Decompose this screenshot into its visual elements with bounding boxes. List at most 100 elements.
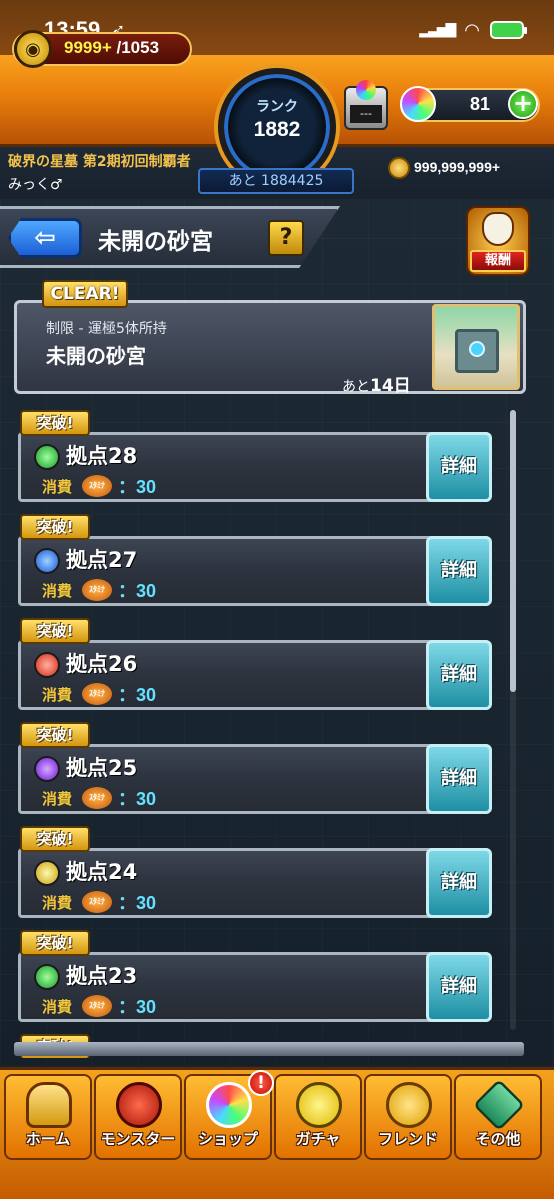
lucky-machine-label: --- bbox=[350, 105, 382, 123]
scrollbar-thumb[interactable] bbox=[510, 410, 516, 692]
stamina-cost: 消費 ｽﾀﾐﾅ ：30 bbox=[26, 682, 416, 706]
stamina-current: 9999+ bbox=[64, 38, 112, 57]
player-title: 破界の星墓 第2期初回制覇者 bbox=[8, 154, 191, 170]
stamina-badge-icon: ｽﾀﾐﾅ bbox=[82, 683, 113, 705]
wifi-icon: ◠ bbox=[464, 19, 480, 41]
detail-button[interactable]: 詳細 bbox=[426, 432, 492, 502]
cost-label: 消費 bbox=[42, 477, 73, 496]
nav-label: ショップ bbox=[197, 1130, 258, 1148]
cost-label: 消費 bbox=[42, 789, 73, 808]
stamina-cost: 消費 ｽﾀﾐﾅ ：30 bbox=[26, 578, 416, 602]
nav-label: フレンド bbox=[377, 1130, 438, 1148]
stamina-badge-icon: ｽﾀﾐﾅ bbox=[82, 787, 113, 809]
stage-name: 拠点28 bbox=[66, 444, 138, 468]
stamina-icon: ◉ bbox=[14, 30, 52, 68]
orb-count: 81 bbox=[470, 94, 491, 114]
stamina-badge-icon: ｽﾀﾐﾅ bbox=[82, 891, 113, 913]
shop-notification-badge: ! bbox=[248, 1070, 274, 1096]
rank-next-exp: あと 1884425 bbox=[198, 168, 354, 194]
fire-element-icon bbox=[34, 652, 60, 678]
detail-button[interactable]: 詳細 bbox=[426, 744, 492, 814]
cost-value: ：30 bbox=[118, 789, 157, 809]
back-button[interactable]: ⇦ bbox=[8, 218, 82, 258]
cost-value: ：30 bbox=[118, 477, 157, 497]
reward-label[interactable]: 報酬 bbox=[470, 250, 526, 272]
nav-gacha[interactable]: ガチャ bbox=[274, 1074, 362, 1160]
remain-prefix: あと bbox=[342, 379, 370, 395]
cleared-badge: 突破! bbox=[20, 930, 90, 956]
clear-badge: CLEAR! bbox=[42, 280, 128, 308]
cleared-badge: 突破! bbox=[20, 722, 90, 748]
stage-row[interactable]: 突破! 拠点26 消費 ｽﾀﾐﾅ ：30 詳細 bbox=[18, 618, 492, 710]
detail-button[interactable]: 詳細 bbox=[426, 640, 492, 710]
cleared-badge: 突破! bbox=[20, 410, 90, 436]
list-frame-bottom bbox=[14, 1042, 524, 1056]
stage-name: 拠点26 bbox=[66, 652, 138, 676]
quest-name: 未開の砂宮 bbox=[46, 344, 146, 368]
stamina-cost: 消費 ｽﾀﾐﾅ ：30 bbox=[26, 890, 416, 914]
wood-element-icon bbox=[34, 964, 60, 990]
page-title: 未開の砂宮 bbox=[98, 229, 213, 255]
cost-value: ：30 bbox=[118, 685, 157, 705]
stamina-badge-icon: ｽﾀﾐﾅ bbox=[82, 995, 113, 1017]
water-element-icon bbox=[34, 548, 60, 574]
stamina-cost: 消費 ｽﾀﾐﾅ ：30 bbox=[26, 474, 416, 498]
shop-icon bbox=[206, 1082, 252, 1128]
nav-monster[interactable]: モンスター bbox=[94, 1074, 182, 1160]
remain-days: 14日 bbox=[370, 376, 411, 396]
stage-name: 拠点24 bbox=[66, 860, 138, 884]
cleared-badge: 突破! bbox=[20, 514, 90, 540]
gem-icon bbox=[469, 341, 485, 357]
orb-icon bbox=[400, 86, 436, 122]
stage-name: 拠点25 bbox=[66, 756, 138, 780]
help-button[interactable]: ? bbox=[268, 220, 304, 256]
stamina-cost: 消費 ｽﾀﾐﾅ ：30 bbox=[26, 786, 416, 810]
home-icon bbox=[26, 1082, 72, 1128]
monster-icon bbox=[116, 1082, 162, 1128]
stamina-badge-icon: ｽﾀﾐﾅ bbox=[82, 475, 113, 497]
nav-label: モンスター bbox=[100, 1130, 176, 1148]
nav-friend[interactable]: フレンド bbox=[364, 1074, 452, 1160]
dragon-face-icon bbox=[482, 212, 514, 246]
stamina-badge-icon: ｽﾀﾐﾅ bbox=[82, 579, 113, 601]
detail-button[interactable]: 詳細 bbox=[426, 536, 492, 606]
stage-row[interactable]: 突破! 拠点28 消費 ｽﾀﾐﾅ ：30 詳細 bbox=[18, 410, 492, 502]
quest-restriction: 制限 - 運極5体所持 bbox=[46, 321, 167, 337]
gold-value: 999,999,999+ bbox=[414, 159, 501, 175]
quest-thumbnail bbox=[432, 304, 520, 390]
cost-value: ：30 bbox=[118, 581, 157, 601]
nav-label: ガチャ bbox=[295, 1130, 341, 1148]
stage-row[interactable]: 突破! 拠点27 消費 ｽﾀﾐﾅ ：30 詳細 bbox=[18, 514, 492, 606]
rank-label: ランク bbox=[256, 99, 298, 115]
nav-label: ホーム bbox=[25, 1130, 71, 1148]
add-orb-button[interactable]: + bbox=[508, 89, 538, 119]
signal-icon: ▂▃▅▇ bbox=[419, 22, 456, 38]
player-name: みっく♂ bbox=[8, 177, 63, 193]
stage-row[interactable]: 突破! 拠点24 消費 ｽﾀﾐﾅ ：30 詳細 bbox=[18, 826, 492, 918]
stage-name: 拠点27 bbox=[66, 548, 138, 572]
stage-row[interactable]: 突破! 拠点25 消費 ｽﾀﾐﾅ ：30 詳細 bbox=[18, 722, 492, 814]
wood-element-icon bbox=[34, 444, 60, 470]
nav-home[interactable]: ホーム bbox=[4, 1074, 92, 1160]
stamina-cost: 消費 ｽﾀﾐﾅ ：30 bbox=[26, 994, 416, 1018]
light-element-icon bbox=[34, 860, 60, 886]
stage-row[interactable]: 突破! 拠点23 消費 ｽﾀﾐﾅ ：30 詳細 bbox=[18, 930, 492, 1022]
rainbow-ball-icon bbox=[356, 80, 376, 100]
other-icon bbox=[472, 1078, 526, 1132]
dark-element-icon bbox=[34, 756, 60, 782]
cost-value: ：30 bbox=[118, 997, 157, 1017]
detail-button[interactable]: 詳細 bbox=[426, 952, 492, 1022]
nav-other[interactable]: その他 bbox=[454, 1074, 542, 1160]
gold-coin-icon bbox=[388, 157, 410, 179]
stage-list[interactable]: 突破! 拠点28 消費 ｽﾀﾐﾅ ：30 詳細 突破! 拠点27 消費 ｽﾀﾐﾅ… bbox=[14, 410, 524, 1058]
cost-label: 消費 bbox=[42, 997, 73, 1016]
gacha-icon bbox=[296, 1082, 342, 1128]
stage-name: 拠点23 bbox=[66, 964, 138, 988]
detail-button[interactable]: 詳細 bbox=[426, 848, 492, 918]
battery-icon bbox=[490, 21, 527, 39]
nav-label: その他 bbox=[475, 1130, 521, 1148]
stamina-value: 9999+ /1053 bbox=[64, 38, 159, 58]
rank-value: 1882 bbox=[253, 118, 301, 141]
quest-remaining: あと14日 bbox=[342, 371, 411, 396]
stamina-max: /1053 bbox=[116, 38, 160, 57]
